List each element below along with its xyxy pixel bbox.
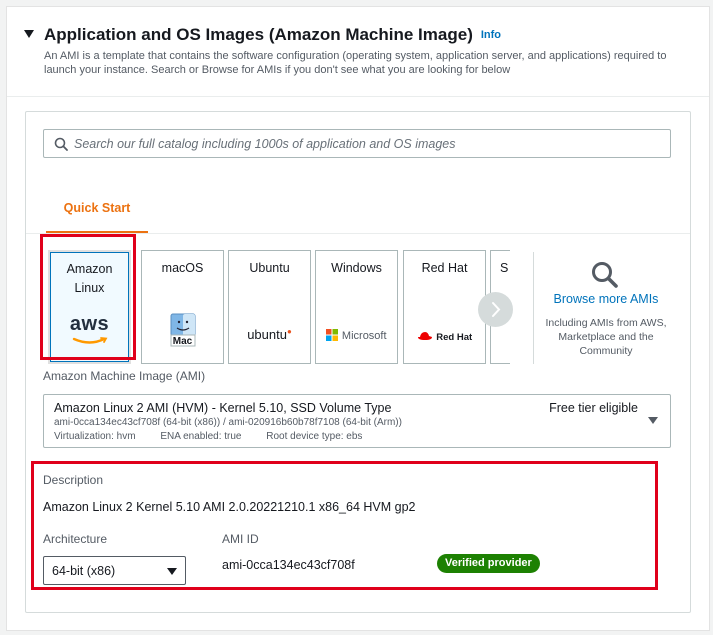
ami-id-value: ami-0cca134ec43cf708f — [222, 558, 355, 572]
tile-red-hat[interactable]: Red Hat Red Hat — [403, 250, 486, 364]
tile-label: macOS — [142, 259, 223, 278]
tile-label-line1: Windows — [331, 261, 382, 275]
ami-search-box — [43, 129, 671, 158]
description-value: Amazon Linux 2 Kernel 5.10 AMI 2.0.20221… — [43, 500, 416, 514]
aws-logo-icon: aws — [50, 314, 129, 348]
microsoft-logo-icon: Microsoft — [316, 328, 397, 342]
tabs-divider — [26, 233, 690, 234]
aws-logo-text: aws — [69, 313, 110, 335]
ami-search-input[interactable] — [74, 130, 664, 157]
section-description: An AMI is a template that contains the s… — [44, 50, 667, 76]
tile-label: Ubuntu — [229, 259, 310, 278]
microsoft-squares-icon — [326, 329, 339, 341]
ami-select-dropdown[interactable]: Amazon Linux 2 AMI (HVM) - Kernel 5.10, … — [43, 394, 671, 448]
section-title: Application and OS Images (Amazon Machin… — [44, 25, 501, 45]
tile-label-line1: Red Hat — [421, 261, 468, 275]
ami-ids: ami-0cca134ec43cf708f (64-bit (x86)) / a… — [54, 417, 402, 428]
tile-label: Red Hat — [404, 259, 485, 278]
browse-divider — [533, 252, 534, 364]
tile-label-line2: Linux — [74, 281, 105, 295]
apple-mac-icon: Mac — [142, 313, 223, 347]
ami-meta: Virtualization: hvm ENA enabled: true Ro… — [54, 431, 384, 442]
tile-label-line1: Ubuntu — [249, 261, 290, 275]
chevron-right-icon — [492, 302, 501, 317]
caret-down-icon — [167, 568, 177, 575]
description-label: Description — [43, 473, 104, 487]
ami-name: Amazon Linux 2 AMI (HVM) - Kernel 5.10, … — [54, 401, 392, 415]
browse-subtext: Including AMIs from AWS, Marketplace and… — [545, 317, 667, 357]
aws-smile-icon — [72, 337, 107, 344]
redhat-logo-icon: Red Hat — [404, 329, 485, 343]
tile-macos[interactable]: macOS Mac — [141, 250, 224, 364]
carousel-next-button[interactable] — [478, 292, 513, 327]
architecture-select[interactable]: 64-bit (x86) — [43, 556, 186, 585]
tile-label: Windows — [316, 259, 397, 278]
info-link[interactable]: Info — [481, 29, 501, 41]
tile-label: Amazon Linux — [50, 260, 129, 298]
tile-windows[interactable]: Windows Microsoft — [315, 250, 398, 364]
tile-label-line1: Amazon — [66, 262, 113, 276]
ami-select-label: Amazon Machine Image (AMI) — [43, 369, 206, 383]
ubuntu-circle-icon: ● — [286, 327, 292, 336]
root-device-text: Root device type: ebs — [266, 431, 363, 442]
ena-text: ENA enabled: true — [160, 431, 242, 442]
tile-label-line1: S — [500, 261, 509, 275]
search-icon — [54, 137, 68, 151]
tile-ubuntu[interactable]: Ubuntu ubuntu● — [228, 250, 311, 364]
tile-label: S — [491, 259, 510, 278]
tile-amazon-linux[interactable]: Amazon Linux aws — [48, 250, 131, 364]
ubuntu-logo-text: ubuntu — [247, 327, 287, 342]
redhat-logo-text: Red Hat — [436, 332, 473, 343]
verified-provider-badge: Verified provider — [437, 554, 540, 573]
architecture-value: 64-bit (x86) — [52, 564, 116, 578]
browse-more-amis-link[interactable]: Browse more AMIs — [541, 292, 671, 306]
mac-logo-text: Mac — [172, 336, 193, 347]
section-header: Application and OS Images (Amazon Machin… — [7, 7, 709, 97]
virtualization-text: Virtualization: hvm — [54, 431, 136, 442]
caret-down-icon — [648, 417, 658, 424]
free-tier-label: Free tier eligible — [549, 401, 638, 415]
ami-section-panel: Application and OS Images (Amazon Machin… — [6, 6, 710, 631]
tab-quick-start[interactable]: Quick Start — [46, 192, 148, 234]
ami-id-label: AMI ID — [222, 532, 259, 546]
search-icon — [592, 262, 618, 288]
ami-selector-container: Quick Start Amazon Linux aws macOS — [25, 111, 691, 613]
ubuntu-logo-icon: ubuntu● — [229, 327, 310, 342]
caret-down-icon[interactable] — [23, 28, 35, 40]
microsoft-logo-text: Microsoft — [341, 330, 387, 342]
section-title-text: Application and OS Images (Amazon Machin… — [44, 25, 473, 44]
architecture-label: Architecture — [43, 532, 108, 546]
redhat-hat-icon — [417, 332, 432, 340]
tile-label-line1: macOS — [161, 261, 204, 275]
